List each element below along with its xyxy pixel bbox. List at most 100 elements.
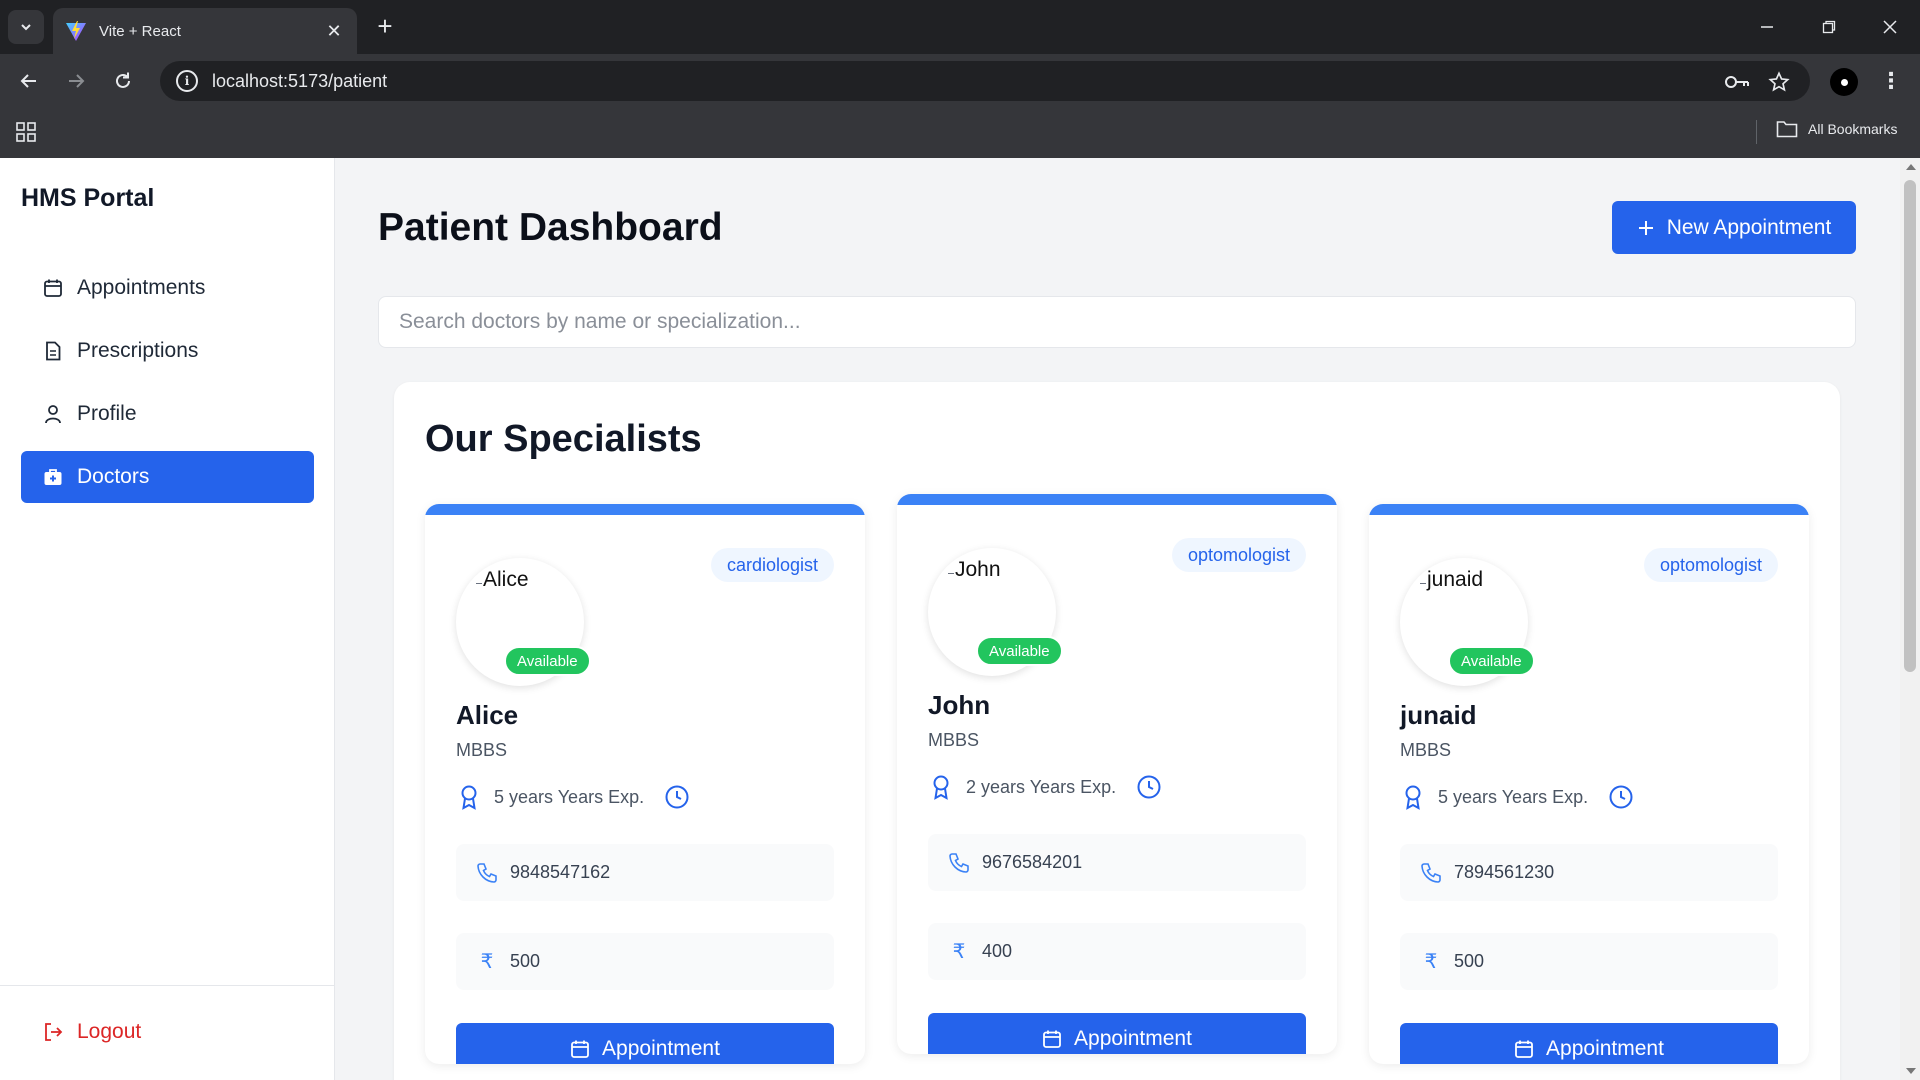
avatar-alt-text: junaid [1420, 568, 1483, 592]
book-appointment-button[interactable]: Appointment [928, 1013, 1306, 1054]
doctor-card: junaid Available optomologist junaid MBB… [1369, 504, 1809, 1064]
logout-icon [45, 1023, 63, 1041]
browser-tab-bar: Vite + React ✕ + [0, 0, 1920, 54]
scrollbar-thumb[interactable] [1904, 180, 1916, 672]
award-icon [1405, 785, 1421, 810]
page-title: Patient Dashboard [378, 206, 723, 249]
all-bookmarks-label: All Bookmarks [1808, 121, 1898, 137]
sidebar-item-doctors[interactable]: Doctors [21, 451, 314, 503]
rupee-icon: ₹ [952, 941, 966, 963]
doctor-degree: MBBS [1400, 740, 1452, 760]
page-scrollbar[interactable] [1900, 158, 1920, 1080]
minimize-icon [1761, 26, 1773, 28]
scroll-down-arrow-icon[interactable] [1906, 1068, 1916, 1074]
url-text: localhost:5173/patient [212, 70, 388, 91]
profile-avatar[interactable] [1830, 68, 1858, 96]
sidebar-item-appointments[interactable]: Appointments [21, 262, 314, 314]
specialists-panel: Our Specialists Alice Available cardiolo… [394, 382, 1840, 1080]
apps-grid-icon[interactable] [16, 122, 36, 142]
document-icon [43, 341, 63, 361]
brand-title: HMS Portal [21, 184, 155, 212]
bookmarks-separator [1756, 120, 1757, 144]
new-appointment-label: New Appointment [1666, 215, 1832, 239]
avatar-alt-label: John [955, 558, 1001, 581]
restore-icon [1822, 20, 1836, 34]
status-badge: Available [976, 636, 1063, 666]
sidebar-item-prescriptions[interactable]: Prescriptions [21, 325, 314, 377]
bookmark-star-button[interactable] [1765, 68, 1793, 96]
doctor-name: junaid [1400, 700, 1477, 730]
doctor-card: Alice Available cardiologist Alice MBBS … [425, 504, 865, 1064]
status-badge: Available [504, 646, 591, 676]
back-button[interactable] [12, 64, 46, 98]
calendar-icon [43, 278, 63, 298]
restore-button[interactable] [1809, 12, 1849, 42]
arrow-right-icon [69, 74, 85, 88]
tab-close-icon[interactable]: ✕ [323, 21, 345, 42]
scroll-up-arrow-icon[interactable] [1906, 164, 1916, 170]
sidebar-nav: Appointments Prescriptions Profile Docto… [21, 262, 314, 514]
sidebar-item-label: Appointments [77, 276, 206, 299]
sidebar-item-label: Doctors [77, 465, 150, 488]
specialization-badge: optomologist [1643, 548, 1778, 582]
address-bar[interactable]: i localhost:5173/patient [160, 61, 1810, 101]
rupee-icon: ₹ [1424, 951, 1438, 973]
award-icon [461, 785, 477, 810]
tab-search-button[interactable] [8, 10, 44, 44]
logout-label: Logout [77, 1020, 142, 1043]
consultation-fee: 500 [510, 951, 541, 971]
folder-icon [1776, 121, 1798, 138]
experience-text: 5 years Years Exp. [1438, 786, 1589, 807]
reload-button[interactable] [106, 64, 140, 98]
new-appointment-button[interactable]: New Appointment [1612, 201, 1856, 254]
new-tab-button[interactable]: + [370, 12, 400, 42]
experience-row: 5 years Years Exp. [456, 784, 690, 810]
consultation-fee: 400 [982, 941, 1013, 961]
user-icon [43, 404, 63, 424]
logout-button[interactable]: Logout [43, 1020, 141, 1044]
clock-icon [1137, 775, 1161, 799]
broken-image-icon [1420, 582, 1426, 584]
browser-tab[interactable]: Vite + React ✕ [53, 8, 357, 54]
calendar-icon [1515, 1040, 1533, 1058]
forward-button[interactable] [59, 64, 93, 98]
close-window-button[interactable] [1870, 12, 1910, 42]
star-icon [1768, 71, 1790, 92]
book-appointment-button[interactable]: Appointment [1400, 1023, 1778, 1064]
broken-image-icon [476, 582, 482, 584]
doctor-name: John [928, 690, 991, 720]
clock-icon [1609, 785, 1633, 809]
sidebar-item-label: Profile [77, 402, 137, 425]
browser-toolbar: i localhost:5173/patient ⋮ [0, 54, 1920, 106]
tab-title: Vite + React [99, 22, 181, 40]
sidebar-item-profile[interactable]: Profile [21, 388, 314, 440]
phone-icon [948, 852, 970, 874]
bookmarks-bar: All Bookmarks [0, 106, 1920, 158]
phone-icon [476, 862, 498, 884]
browser-menu-icon[interactable]: ⋮ [1880, 68, 1902, 96]
minimize-button[interactable] [1747, 12, 1787, 42]
card-accent-bar [1369, 504, 1809, 515]
fee-box: ₹ 400 [928, 923, 1306, 980]
specialists-title: Our Specialists [425, 418, 702, 460]
phone-icon [1420, 862, 1442, 884]
doctor-degree: MBBS [456, 740, 508, 760]
specialization-badge: optomologist [1171, 538, 1306, 572]
all-bookmarks-button[interactable]: All Bookmarks [1776, 120, 1897, 138]
site-info-icon[interactable]: i [176, 70, 198, 92]
password-key-button[interactable] [1723, 68, 1751, 96]
doctor-search-input[interactable] [378, 296, 1856, 348]
avatar-alt-text: John [948, 558, 1001, 582]
status-badge: Available [1448, 646, 1535, 676]
calendar-icon [571, 1040, 589, 1058]
phone-box: 7894561230 [1400, 844, 1778, 901]
reload-icon [116, 72, 130, 88]
plus-icon [1638, 220, 1653, 235]
experience-row: 5 years Years Exp. [1400, 784, 1634, 810]
phone-number: 9676584201 [982, 852, 1083, 872]
phone-number: 9848547162 [510, 862, 611, 882]
experience-text: 5 years Years Exp. [494, 786, 645, 807]
book-appointment-button[interactable]: Appointment [456, 1023, 834, 1064]
app-root: HMS Portal Appointments Prescriptions Pr… [0, 158, 1900, 1080]
doctor-card: John Available optomologist John MBBS 2 … [897, 494, 1337, 1054]
